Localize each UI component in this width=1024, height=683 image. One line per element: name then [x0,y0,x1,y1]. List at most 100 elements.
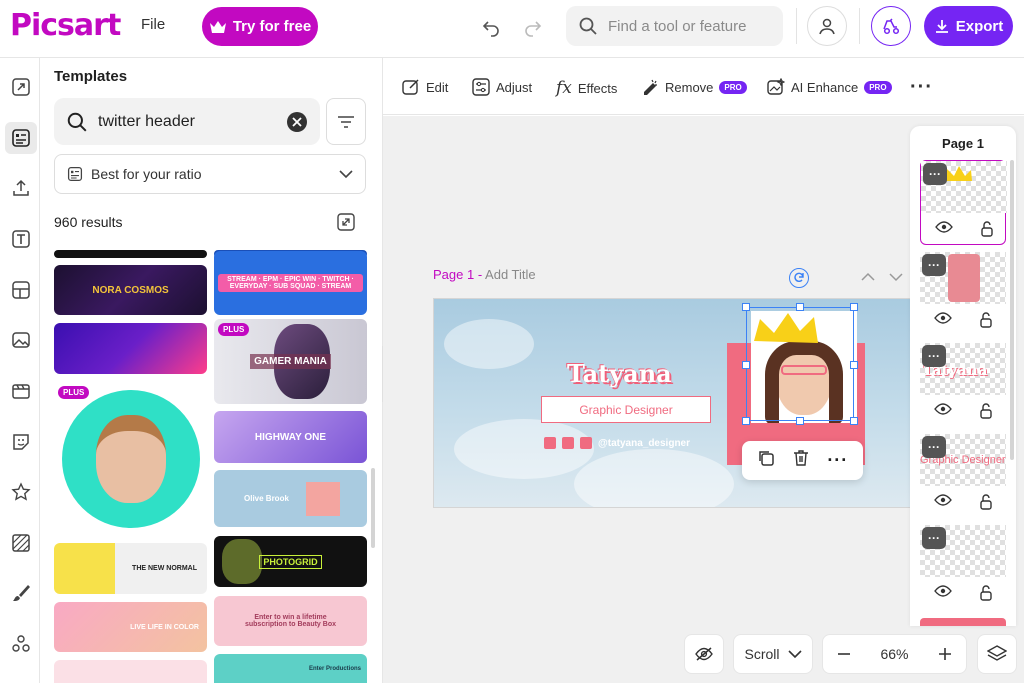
more-icon[interactable]: ··· [910,76,933,99]
minus-icon[interactable] [837,647,851,661]
layer-item-name-text[interactable]: Tatyana ··· [920,343,1006,428]
lock-icon[interactable] [979,312,993,328]
template-thumb[interactable]: THE NEW NORMAL [54,543,207,594]
ai-enhance-tool[interactable]: AI Enhance PRO [767,78,892,96]
text-icon[interactable] [5,223,37,255]
try-for-free-button[interactable]: Try for free [202,7,318,46]
layer-item-crown[interactable]: ··· [920,160,1007,245]
scroll-mode-dropdown[interactable]: Scroll [733,634,813,674]
lock-icon[interactable] [979,585,993,601]
template-thumb[interactable]: PHOTOGRID [214,536,367,587]
lock-icon[interactable] [979,494,993,510]
expand-icon[interactable] [337,213,355,236]
pattern-icon[interactable] [5,527,37,559]
template-thumb[interactable]: Olive Brook [214,470,367,527]
star-icon[interactable] [5,476,37,508]
photo-icon[interactable] [5,324,37,356]
zoom-value[interactable]: 66% [880,646,908,662]
layer-menu-icon[interactable]: ··· [923,163,947,185]
export-button[interactable]: Export [924,6,1013,46]
templates-icon[interactable] [5,122,37,154]
panel-scrollbar[interactable] [371,468,375,548]
duplicate-icon[interactable] [757,449,775,472]
eye-icon[interactable] [934,221,953,233]
cloud-shape [454,419,594,479]
template-thumb[interactable]: HIGHWAY ONE [214,411,367,463]
divider [796,8,797,44]
layout-icon[interactable] [5,274,37,306]
lock-icon[interactable] [980,221,994,237]
template-search-input[interactable]: twitter header [54,98,320,145]
template-thumb[interactable] [54,250,207,258]
search-icon [67,112,87,132]
selection-box[interactable] [742,303,858,425]
resize-handle[interactable] [850,417,858,425]
remove-tool[interactable]: Remove PRO [641,78,747,96]
layer-item-partial[interactable] [920,618,1006,626]
template-thumb[interactable]: LIVE LIFE IN COLOR [54,602,207,652]
lock-icon[interactable] [979,403,993,419]
undo-icon[interactable] [478,14,504,40]
layers-scrollbar[interactable] [1010,160,1014,460]
sticker-icon[interactable] [5,426,37,458]
trash-icon[interactable] [792,449,810,472]
tool-search-input[interactable]: Find a tool or feature [566,6,783,46]
resize-handle[interactable] [796,303,804,311]
delivery-icon[interactable] [871,6,911,46]
divider [859,8,860,44]
hide-icon[interactable] [684,634,724,674]
layers-icon[interactable] [977,634,1017,674]
resize-handle[interactable] [742,417,750,425]
layer-item-role-text[interactable]: Graphic Designer ··· [920,434,1006,519]
template-thumb[interactable]: Enter Productions [214,654,367,683]
more-icon[interactable]: ··· [827,450,848,471]
eye-icon[interactable] [933,494,952,506]
layer-item-photo[interactable]: ··· [920,252,1006,337]
effects-tool[interactable]: fx Effects [556,78,617,98]
file-menu[interactable]: File [141,16,165,33]
resize-handle[interactable] [742,361,750,369]
resize-handle[interactable] [742,303,750,311]
adjust-tool[interactable]: Adjust [472,78,532,96]
edit-tool[interactable]: Edit [402,78,448,96]
template-thumb[interactable]: PLUS [54,382,207,536]
eye-icon[interactable] [933,585,952,597]
add-title-input[interactable]: Add Title [485,267,536,282]
layer-item-handle-text[interactable]: ··· [920,525,1006,610]
layer-menu-icon[interactable]: ··· [922,254,946,276]
template-thumb[interactable]: GAMER MANIA PLUS [214,319,367,404]
template-thumb[interactable] [54,660,207,683]
resize-handle[interactable] [850,303,858,311]
layer-controls [920,585,1006,601]
resize-handle[interactable] [796,417,804,425]
template-thumb[interactable]: NORA COSMOS [54,265,207,315]
ratio-dropdown[interactable]: Best for your ratio [54,154,366,194]
layer-menu-icon[interactable]: ··· [922,345,946,367]
layer-menu-icon[interactable]: ··· [922,436,946,458]
page-down-icon[interactable] [889,269,903,287]
video-icon[interactable] [5,375,37,407]
page-title-separator: - [474,267,486,282]
design-handle-text[interactable]: @tatyana_designer [598,438,690,449]
user-icon[interactable] [807,6,847,46]
eye-icon[interactable] [933,403,952,415]
resize-icon[interactable] [5,71,37,103]
template-thumb[interactable]: STREAM · EPM · EPIC WIN · TWITCH · EVERY… [214,251,367,315]
design-role-text[interactable]: Graphic Designer [541,396,711,423]
clear-icon[interactable] [287,112,307,132]
design-name-text[interactable]: Tatyana [567,359,672,388]
upload-icon[interactable] [5,172,37,204]
redo-icon[interactable] [520,14,546,40]
template-thumb[interactable]: Enter to win a lifetime subscription to … [214,596,367,646]
filter-icon[interactable] [326,98,366,145]
apps-icon[interactable] [5,628,37,660]
plus-icon[interactable] [938,647,952,661]
brush-icon[interactable] [5,577,37,609]
resize-handle[interactable] [850,361,858,369]
layer-menu-icon[interactable]: ··· [922,527,946,549]
page-up-icon[interactable] [861,269,875,287]
refresh-icon[interactable] [789,268,809,288]
eye-icon[interactable] [933,312,952,324]
picsart-logo[interactable]: Picsart [10,8,121,43]
template-thumb[interactable] [54,323,207,374]
